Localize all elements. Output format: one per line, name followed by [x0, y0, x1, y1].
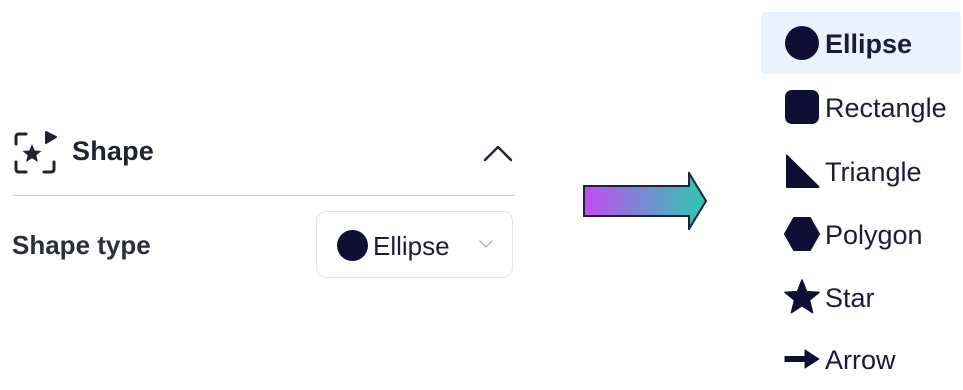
menu-item-rectangle[interactable]: Rectangle [761, 76, 961, 138]
menu-item-label: Star [825, 283, 875, 313]
chevron-up-icon[interactable] [482, 138, 514, 166]
shape-type-value: Ellipse [373, 231, 450, 261]
menu-item-star[interactable]: Star [761, 266, 961, 328]
panel-title: Shape [72, 136, 155, 166]
shape-panel: Shape Shape type Ellipse [12, 122, 515, 292]
menu-item-label: Ellipse [825, 29, 913, 59]
menu-item-arrow[interactable]: Arrow [761, 328, 961, 390]
star-icon [784, 279, 820, 314]
shape-section-icon [14, 131, 57, 174]
ellipse-icon [785, 26, 819, 60]
menu-item-polygon[interactable]: Polygon [761, 203, 961, 265]
ellipse-icon [337, 230, 368, 261]
shape-type-label: Shape type [12, 230, 151, 260]
shape-type-menu: Ellipse Rectangle Triangle Polygon Star … [761, 12, 963, 375]
shape-panel-header[interactable]: Shape [12, 122, 515, 196]
menu-item-label: Arrow [825, 345, 896, 375]
polygon-icon [784, 217, 820, 251]
menu-item-label: Rectangle [825, 93, 947, 123]
rectangle-icon [785, 90, 819, 124]
chevron-down-icon [479, 240, 493, 248]
transition-arrow-icon [583, 172, 708, 230]
menu-item-label: Polygon [825, 220, 923, 250]
menu-item-ellipse[interactable]: Ellipse [761, 12, 961, 74]
menu-item-label: Triangle [825, 157, 922, 187]
shape-type-select[interactable]: Ellipse [316, 211, 513, 278]
triangle-icon [786, 154, 820, 188]
menu-item-triangle[interactable]: Triangle [761, 140, 961, 202]
